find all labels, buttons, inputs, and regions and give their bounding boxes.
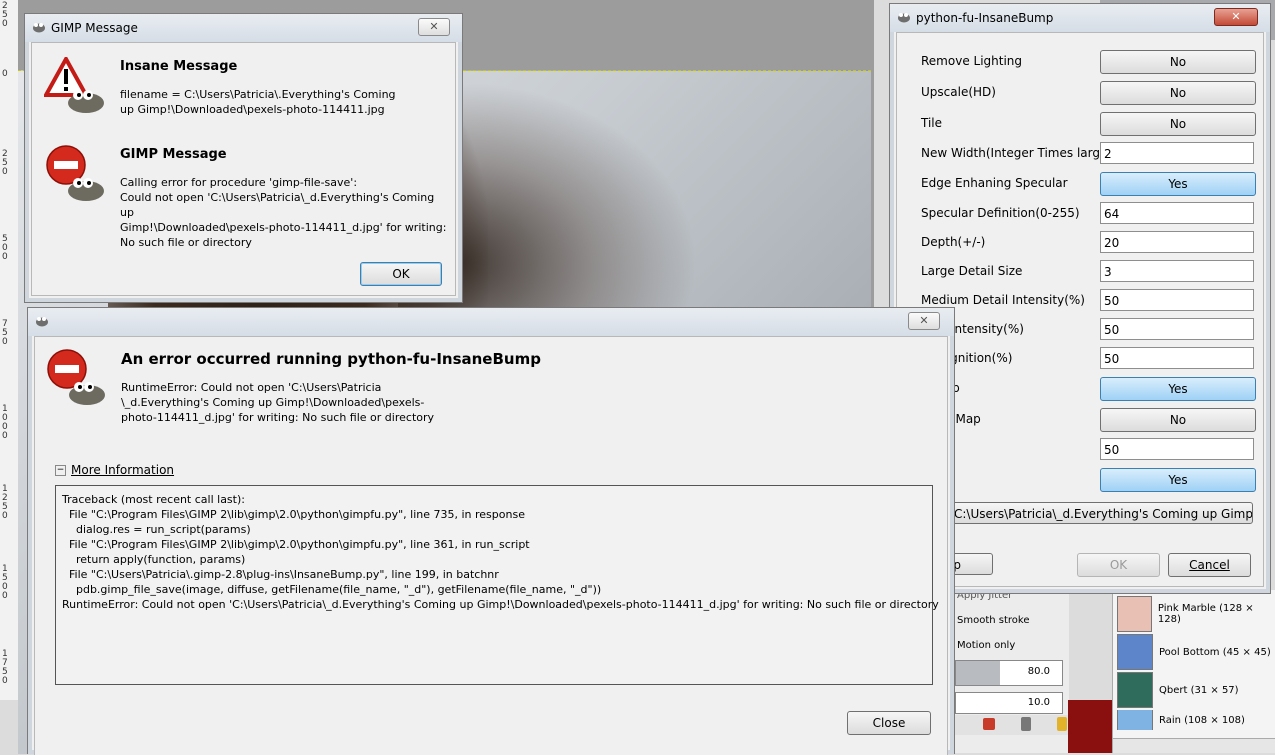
pattern-swatch bbox=[1117, 710, 1153, 730]
delete-icon[interactable] bbox=[1021, 717, 1031, 731]
traceback-text: Traceback (most recent call last): File … bbox=[62, 493, 939, 611]
gimp-app-icon bbox=[898, 13, 910, 23]
insane-message-text: filename = C:\Users\Patricia\.Everything… bbox=[120, 88, 396, 116]
background-image-edge bbox=[1068, 700, 1112, 753]
field-entry[interactable]: 2 bbox=[1100, 142, 1254, 164]
vertical-ruler: 250 0 250 500 750 1000 1250 1500 1750 bbox=[0, 0, 19, 700]
field-label: Large Detail Size bbox=[921, 264, 1023, 278]
ruler-label: 250 bbox=[2, 1, 8, 29]
file-chooser-button[interactable]: C:\Users\Patricia\_d.Everything's Coming… bbox=[949, 502, 1253, 524]
insanebump-titlebar[interactable]: python-fu-InsaneBump ✕ bbox=[890, 4, 1270, 32]
field-entry[interactable]: 50 bbox=[1100, 318, 1254, 340]
more-information-expander[interactable]: − More Information bbox=[55, 462, 174, 478]
error-dialog-titlebar[interactable]: ✕ bbox=[28, 308, 954, 336]
field-entry[interactable]: 64 bbox=[1100, 202, 1254, 224]
ruler-label: 0 bbox=[2, 69, 8, 79]
gimp-message-titlebar[interactable]: GIMP Message ✕ bbox=[25, 14, 462, 42]
close-icon[interactable]: ✕ bbox=[908, 312, 940, 330]
pattern-name: Pink Marble (128 × 128) bbox=[1157, 603, 1254, 625]
error-wilber-icon bbox=[46, 145, 104, 201]
quality-slider[interactable]: 80.0 bbox=[955, 660, 1063, 686]
gimp-app-icon bbox=[36, 317, 48, 327]
field-entry[interactable]: 50 bbox=[1100, 289, 1254, 311]
pattern-item[interactable]: Rain (108 × 108) bbox=[1117, 710, 1245, 730]
pattern-swatch bbox=[1117, 596, 1152, 632]
field-label: New Width(Integer Times larger) bbox=[921, 146, 1117, 160]
ruler-label: 1000 bbox=[2, 404, 8, 441]
close-icon[interactable]: ✕ bbox=[418, 18, 450, 36]
reset-icon[interactable] bbox=[1057, 717, 1067, 731]
field-label: Remove Lighting bbox=[921, 54, 1023, 68]
field-label: Edge Enhaning Specular bbox=[921, 176, 1068, 190]
field-toggle-button[interactable]: No bbox=[1100, 408, 1256, 432]
pattern-swatch bbox=[1117, 672, 1153, 708]
dock-buttons-bar bbox=[953, 715, 1069, 735]
motion-only-label[interactable]: Motion only bbox=[957, 640, 1015, 651]
gimp-message-window: GIMP Message ✕ Insane Message filename =… bbox=[24, 13, 463, 303]
field-label: Upscale(HD) bbox=[921, 85, 996, 99]
field-toggle-button[interactable]: No bbox=[1100, 50, 1256, 74]
gimp-message-text: Calling error for procedure 'gimp-file-s… bbox=[120, 176, 447, 249]
field-entry[interactable]: 50 bbox=[1100, 438, 1254, 460]
restore-defaults-icon[interactable] bbox=[983, 718, 995, 730]
pattern-name: Pool Bottom (45 × 45) bbox=[1159, 646, 1271, 658]
patterns-panel: Pink Marble (128 × 128) Pool Bottom (45 … bbox=[1112, 590, 1275, 753]
close-icon[interactable]: ✕ bbox=[1214, 8, 1258, 26]
pattern-swatch bbox=[1117, 634, 1153, 670]
gimp-message-body: Insane Message filename = C:\Users\Patri… bbox=[31, 42, 456, 296]
field-label: Tile bbox=[921, 116, 943, 130]
ruler-label: 1250 bbox=[2, 484, 8, 521]
patterns-scrollbar[interactable] bbox=[1113, 738, 1275, 753]
error-heading: An error occurred running python-fu-Insa… bbox=[121, 350, 541, 368]
pattern-item[interactable]: Pink Marble (128 × 128) bbox=[1117, 596, 1275, 632]
warning-wilber-icon bbox=[44, 57, 104, 113]
pattern-item[interactable]: Qbert (31 × 57) bbox=[1117, 672, 1239, 708]
error-wilber-icon bbox=[47, 349, 105, 405]
quality-slider-value: 80.0 bbox=[1027, 666, 1050, 677]
window-title: GIMP Message bbox=[51, 21, 138, 35]
field-toggle-button[interactable]: No bbox=[1100, 81, 1256, 105]
close-button[interactable]: Close bbox=[847, 711, 931, 735]
depth-slider-value: 10.0 bbox=[1027, 697, 1050, 708]
more-information-label[interactable]: More Information bbox=[71, 463, 174, 477]
ruler-label: 500 bbox=[2, 234, 8, 262]
traceback-textview[interactable]: Traceback (most recent call last): File … bbox=[55, 485, 939, 685]
ruler-label: 750 bbox=[2, 319, 8, 347]
field-toggle-button[interactable]: No bbox=[1100, 112, 1256, 136]
field-entry[interactable]: 50 bbox=[1100, 347, 1254, 369]
depth-slider[interactable]: 10.0 bbox=[955, 692, 1063, 714]
ruler-label: 250 bbox=[2, 149, 8, 177]
tool-options-panel: Apply Jitter Smooth stroke Motion only 8… bbox=[952, 590, 1069, 753]
pattern-item[interactable]: Pool Bottom (45 × 45) bbox=[1117, 634, 1271, 670]
collapse-icon[interactable]: − bbox=[55, 464, 66, 476]
gimp-app-icon bbox=[33, 23, 45, 33]
cancel-button[interactable]: Cancel bbox=[1168, 553, 1251, 577]
field-toggle-button[interactable]: Yes bbox=[1100, 377, 1256, 401]
ruler-label: 1500 bbox=[2, 564, 8, 601]
pattern-name: Rain (108 × 108) bbox=[1159, 714, 1245, 726]
gimp-message-heading: GIMP Message bbox=[120, 147, 227, 162]
field-entry[interactable]: 20 bbox=[1100, 231, 1254, 253]
field-label: Depth(+/-) bbox=[921, 235, 986, 249]
pattern-name: Qbert (31 × 57) bbox=[1159, 684, 1239, 696]
window-title: python-fu-InsaneBump bbox=[916, 11, 1054, 25]
field-toggle-button[interactable]: Yes bbox=[1100, 468, 1256, 492]
error-message: RuntimeError: Could not open 'C:\Users\P… bbox=[121, 381, 435, 424]
ok-button[interactable]: OK bbox=[1077, 553, 1160, 577]
quality-slider-fill bbox=[956, 661, 1000, 685]
field-toggle-button[interactable]: Yes bbox=[1100, 172, 1256, 196]
field-label: Specular Definition(0-255) bbox=[921, 206, 1080, 220]
ruler-label: 1750 bbox=[2, 649, 8, 686]
smooth-stroke-label[interactable]: Smooth stroke bbox=[957, 615, 1030, 626]
error-dialog-body: An error occurred running python-fu-Insa… bbox=[34, 336, 948, 755]
insane-message-heading: Insane Message bbox=[120, 59, 238, 74]
ok-button[interactable]: OK bbox=[360, 262, 442, 286]
field-entry[interactable]: 3 bbox=[1100, 260, 1254, 282]
error-dialog-window: ✕ An error occurred running python-fu-In… bbox=[27, 307, 955, 755]
